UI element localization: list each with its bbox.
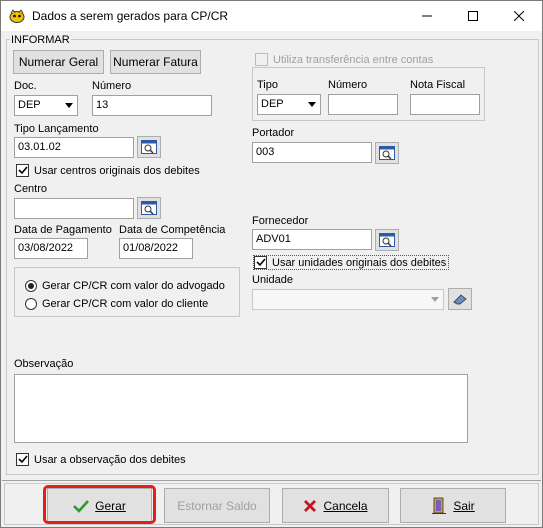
data-competencia-label: Data de Competência xyxy=(119,224,226,236)
gerar-highlight xyxy=(43,485,156,524)
checkmark-icon xyxy=(17,166,28,175)
chevron-down-icon xyxy=(427,291,442,308)
portador-lookup-button[interactable] xyxy=(375,142,399,164)
centro-input[interactable] xyxy=(14,198,134,219)
title-bar: Dados a serem gerados para CP/CR xyxy=(1,1,542,31)
checkbox-box xyxy=(255,53,268,66)
numero-input[interactable]: 13 xyxy=(92,95,212,116)
radio-selected-dot xyxy=(28,283,34,289)
checkmark-icon xyxy=(255,258,266,267)
nota-fiscal-input[interactable] xyxy=(410,94,480,115)
transferencia-checkbox[interactable]: Utiliza transferência entre contas xyxy=(255,53,433,66)
close-button[interactable] xyxy=(496,1,542,31)
checkbox-box xyxy=(254,256,267,269)
portador-input[interactable]: 003 xyxy=(252,142,372,163)
maximize-button[interactable] xyxy=(450,1,496,31)
cancela-button[interactable]: Cancela xyxy=(282,488,389,523)
usar-centros-checkbox[interactable]: Usar centros originais dos debites xyxy=(16,164,200,177)
radio-circle xyxy=(25,280,37,292)
observacao-label: Observação xyxy=(14,358,74,370)
centro-label: Centro xyxy=(14,183,48,195)
window-title: Dados a serem gerados para CP/CR xyxy=(32,9,229,23)
checkmark-icon xyxy=(17,455,28,464)
unidade-clear-button[interactable] xyxy=(448,288,472,310)
checkbox-box xyxy=(16,453,29,466)
observacao-textarea[interactable] xyxy=(14,374,468,443)
tipo-lancamento-input[interactable]: 03.01.02 xyxy=(14,137,134,158)
minimize-button[interactable] xyxy=(404,1,450,31)
fornecedor-input[interactable]: ADV01 xyxy=(252,229,372,250)
sair-button[interactable]: Sair xyxy=(400,488,506,523)
radio-valor-cliente[interactable]: Gerar CP/CR com valor do cliente xyxy=(25,298,208,310)
checkbox-box xyxy=(16,164,29,177)
nota-fiscal-label: Nota Fiscal xyxy=(410,79,466,91)
search-window-icon xyxy=(379,146,395,160)
doc-select-value: DEP xyxy=(18,99,41,111)
chevron-down-icon xyxy=(61,97,76,114)
tipo-lancamento-lookup-button[interactable] xyxy=(137,136,161,158)
tipo-select[interactable]: DEP xyxy=(257,94,321,115)
radio-valor-advogado-label: Gerar CP/CR com valor do advogado xyxy=(42,280,225,292)
unidade-label: Unidade xyxy=(252,274,293,286)
data-pagamento-label: Data de Pagamento xyxy=(14,224,112,236)
tipo-select-value: DEP xyxy=(261,98,284,110)
transferencia-numero-input[interactable] xyxy=(328,94,398,115)
numerar-fatura-button[interactable]: Numerar Fatura xyxy=(110,50,201,74)
fornecedor-lookup-button[interactable] xyxy=(375,229,399,251)
unidade-select[interactable] xyxy=(252,289,444,310)
maximize-icon xyxy=(468,11,478,21)
usar-observacao-checkbox[interactable]: Usar a observação dos debites xyxy=(16,453,186,466)
radio-circle xyxy=(25,298,37,310)
doc-label: Doc. xyxy=(14,80,37,92)
sair-button-label: Sair xyxy=(453,498,475,513)
centro-lookup-button[interactable] xyxy=(137,197,161,219)
radio-valor-advogado[interactable]: Gerar CP/CR com valor do advogado xyxy=(25,280,225,292)
transferencia-numero-label: Número xyxy=(328,79,368,91)
transferencia-label: Utiliza transferência entre contas xyxy=(273,53,434,66)
tipo-lancamento-label: Tipo Lançamento xyxy=(14,123,99,135)
data-pagamento-input[interactable]: 03/08/2022 xyxy=(14,238,88,259)
fornecedor-label: Fornecedor xyxy=(252,215,309,227)
doc-select[interactable]: DEP xyxy=(14,95,78,116)
portador-label: Portador xyxy=(252,127,295,139)
estornar-saldo-button-label: Estornar Saldo xyxy=(177,498,257,513)
footer-divider xyxy=(2,480,541,481)
search-window-icon xyxy=(379,233,395,247)
usar-observacao-label: Usar a observação dos debites xyxy=(34,453,186,466)
search-window-icon xyxy=(141,140,157,154)
cancel-x-icon xyxy=(304,499,317,512)
estornar-saldo-button[interactable]: Estornar Saldo xyxy=(164,488,270,523)
usar-unidades-label: Usar unidades originais dos debites xyxy=(272,256,447,269)
data-competencia-input[interactable]: 01/08/2022 xyxy=(119,238,193,259)
numerar-geral-button[interactable]: Numerar Geral xyxy=(13,50,104,74)
numero-label: Número xyxy=(92,80,132,92)
close-icon xyxy=(514,11,524,21)
eraser-icon xyxy=(453,294,467,305)
usar-centros-label: Usar centros originais dos debites xyxy=(34,164,200,177)
informar-group-title: INFORMAR xyxy=(10,34,71,46)
app-logo-icon xyxy=(9,8,25,24)
search-window-icon xyxy=(141,201,157,215)
exit-door-icon xyxy=(432,497,447,514)
minimize-icon xyxy=(422,15,432,17)
tipo-label: Tipo xyxy=(257,79,278,91)
chevron-down-icon xyxy=(304,96,319,113)
usar-unidades-checkbox[interactable]: Usar unidades originais dos debites xyxy=(253,255,450,270)
dialog-window: Dados a serem gerados para CP/CR INFORMA… xyxy=(0,0,543,528)
radio-valor-cliente-label: Gerar CP/CR com valor do cliente xyxy=(42,298,209,310)
cancela-button-label: Cancela xyxy=(323,498,368,513)
